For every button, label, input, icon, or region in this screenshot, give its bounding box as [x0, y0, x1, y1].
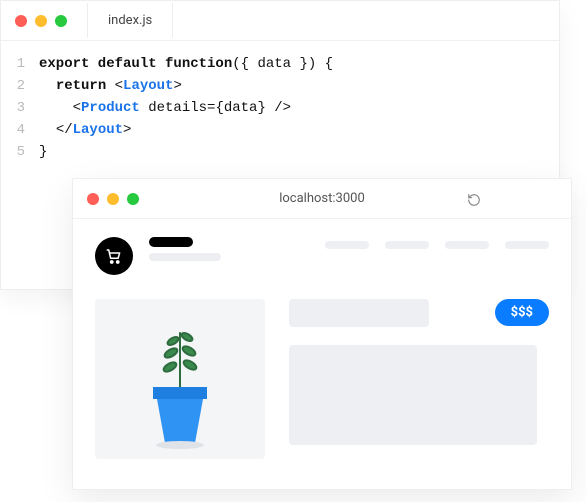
address-bar[interactable]: localhost:3000 [279, 191, 365, 206]
plant-pot-illustration [145, 331, 215, 451]
product-row: $$$ [95, 299, 549, 459]
code-text[interactable]: <Product details={data} /> [39, 97, 291, 119]
reload-icon[interactable] [467, 192, 481, 206]
site-title-placeholder [149, 237, 193, 247]
code-text[interactable]: </Layout> [39, 119, 131, 141]
nav-item[interactable] [325, 241, 369, 249]
nav-item[interactable] [445, 241, 489, 249]
zoom-dot[interactable] [55, 15, 67, 27]
code-text[interactable]: export default function({ data }) { [39, 53, 333, 75]
nav-item[interactable] [385, 241, 429, 249]
nav-links [325, 237, 549, 249]
editor-titlebar: index.js [1, 1, 559, 41]
product-description-placeholder [289, 345, 537, 445]
line-number: 1 [1, 53, 39, 75]
page-content: $$$ [73, 219, 571, 477]
code-line: 4 </Layout> [1, 119, 559, 141]
code-line: 1export default function({ data }) { [1, 53, 559, 75]
code-text[interactable]: return <Layout> [39, 75, 182, 97]
page-header [95, 237, 549, 275]
minimize-dot[interactable] [35, 15, 47, 27]
cart-icon[interactable] [95, 237, 133, 275]
site-title-block [149, 237, 221, 261]
nav-item[interactable] [505, 241, 549, 249]
minimize-dot[interactable] [107, 193, 119, 205]
browser-window: localhost:3000 [72, 178, 572, 490]
product-title-placeholder [289, 299, 429, 327]
line-number: 5 [1, 141, 39, 163]
site-subtitle-placeholder [149, 253, 221, 261]
line-number: 2 [1, 75, 39, 97]
code-text[interactable]: } [39, 141, 47, 163]
code-area[interactable]: 1export default function({ data }) {2 re… [1, 41, 559, 163]
product-image [95, 299, 265, 459]
close-dot[interactable] [87, 193, 99, 205]
editor-tab[interactable]: index.js [87, 3, 173, 38]
price-badge[interactable]: $$$ [495, 299, 549, 326]
code-line: 3 <Product details={data} /> [1, 97, 559, 119]
code-line: 2 return <Layout> [1, 75, 559, 97]
browser-titlebar: localhost:3000 [73, 179, 571, 219]
line-number: 4 [1, 119, 39, 141]
product-details: $$$ [289, 299, 549, 459]
editor-traffic-lights [15, 15, 67, 27]
line-number: 3 [1, 97, 39, 119]
browser-traffic-lights [87, 193, 139, 205]
code-line: 5} [1, 141, 559, 163]
zoom-dot[interactable] [127, 193, 139, 205]
close-dot[interactable] [15, 15, 27, 27]
